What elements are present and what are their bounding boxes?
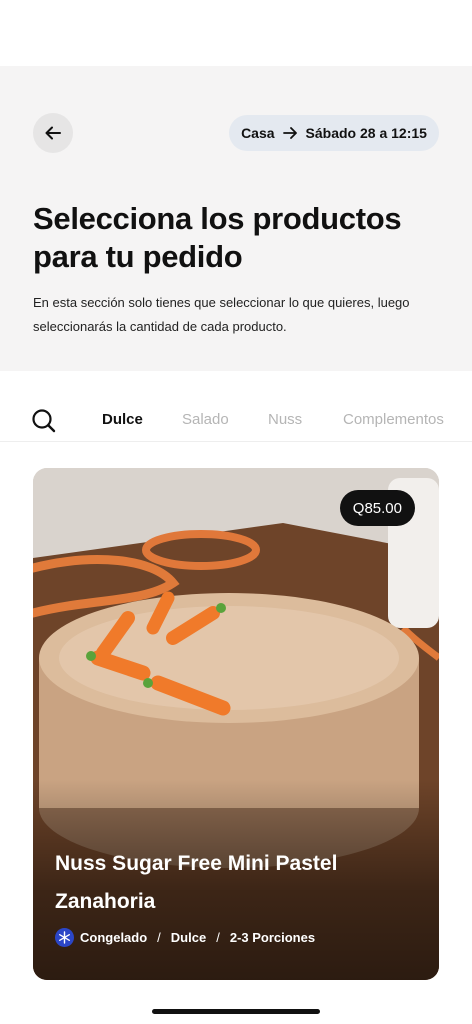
tab-nuss[interactable]: Nuss [268, 411, 302, 428]
snowflake-icon [55, 928, 74, 947]
meta-separator: / [216, 930, 220, 945]
tab-complementos[interactable]: Complementos [343, 411, 444, 428]
category-label: Dulce [170, 930, 207, 945]
route-destination: Sábado 28 a 12:15 [305, 125, 427, 141]
tab-dulce[interactable]: Dulce [102, 411, 143, 428]
back-button[interactable] [33, 113, 73, 153]
delivery-route-pill[interactable]: Casa Sábado 28 a 12:15 [229, 115, 439, 151]
category-tabs: Dulce Salado Nuss Complementos [0, 400, 472, 442]
route-origin: Casa [241, 125, 275, 141]
tab-salado[interactable]: Salado [182, 411, 229, 428]
status-bar-area [0, 0, 472, 66]
product-card[interactable]: Q85.00 Nuss Sugar Free Mini Pastel Zanah… [33, 468, 439, 980]
search-icon[interactable] [31, 408, 57, 434]
portions-label: 2-3 Porciones [229, 930, 316, 945]
price-badge: Q85.00 [339, 490, 415, 526]
product-name: Nuss Sugar Free Mini Pastel Zanahoria [55, 852, 338, 913]
page-title: Selecciona los productos para tu pedido [33, 201, 402, 274]
meta-separator: / [157, 930, 161, 945]
page-subtitle: En esta sección solo tienes que seleccio… [33, 295, 410, 334]
storage-label: Congelado [80, 930, 148, 945]
arrow-right-icon [282, 127, 297, 139]
product-meta: Congelado / Dulce / 2-3 Porciones [55, 928, 315, 947]
arrow-left-icon [45, 126, 61, 140]
home-indicator[interactable] [152, 1009, 320, 1014]
